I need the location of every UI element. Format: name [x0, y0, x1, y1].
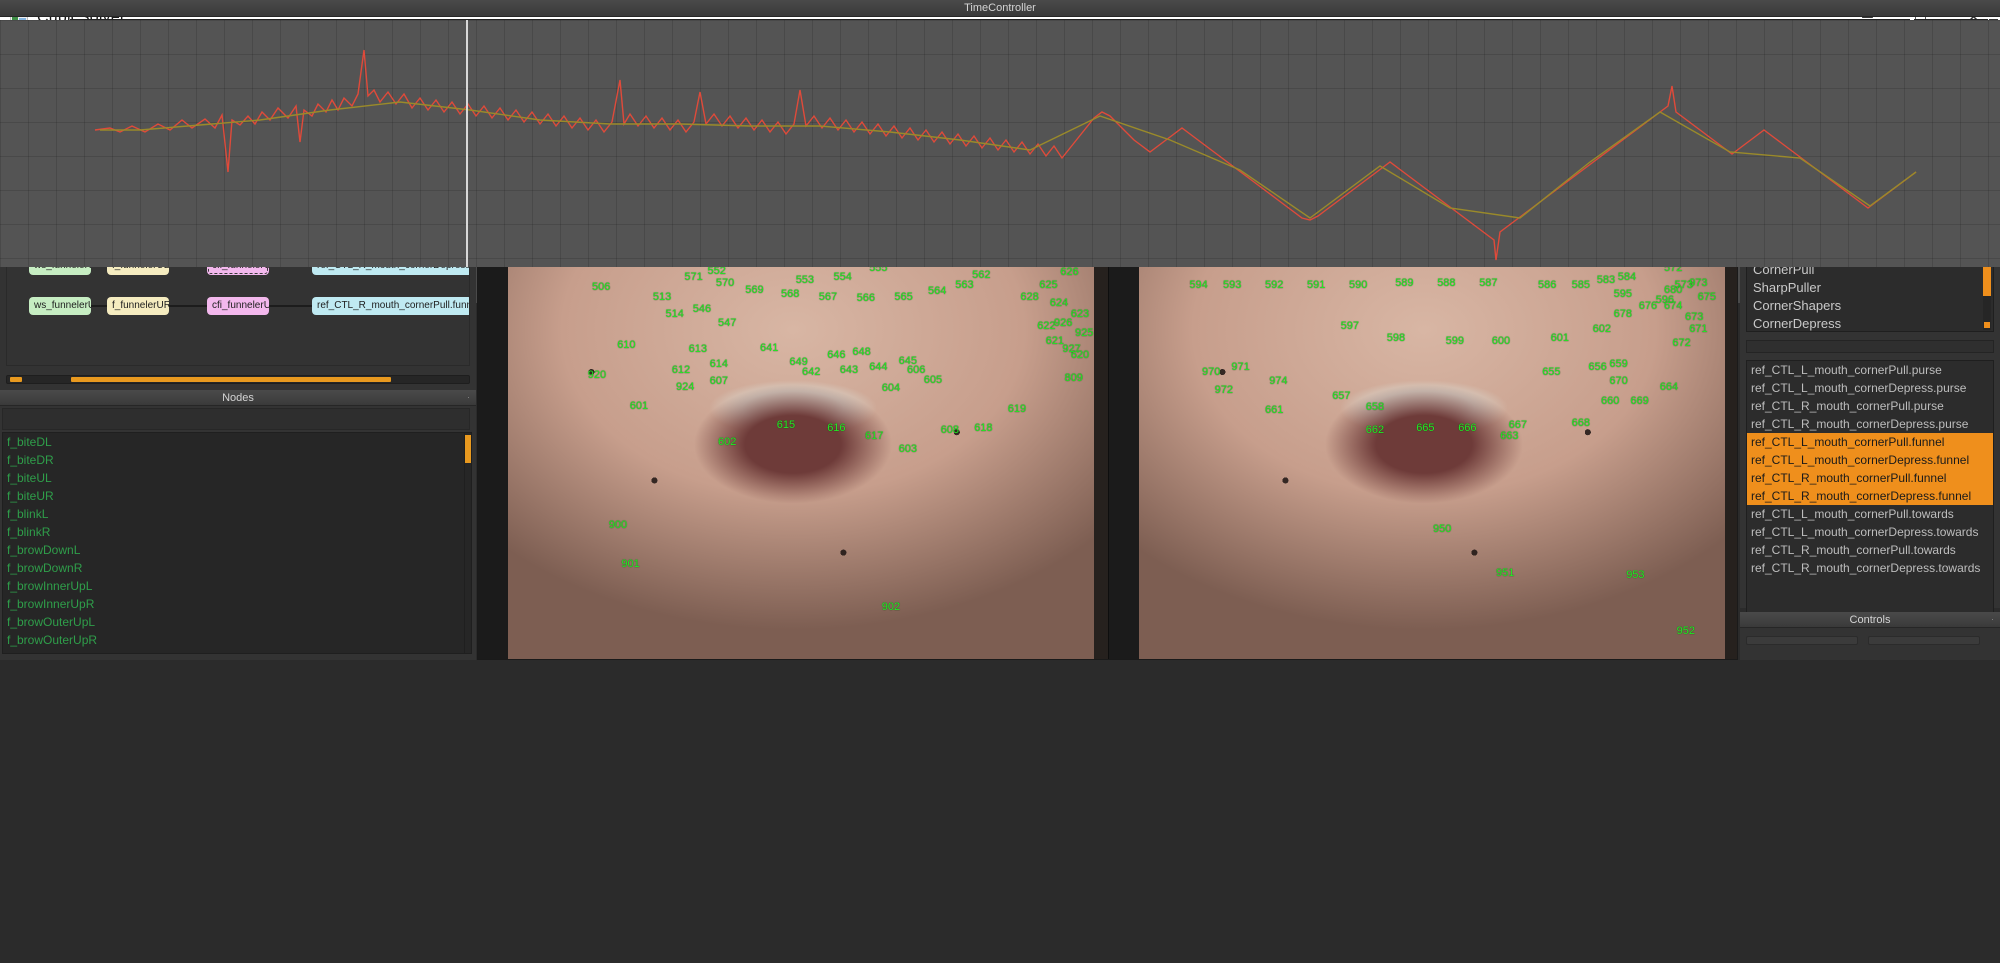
node-list-item[interactable]: f_blinkR — [3, 523, 469, 541]
nodes-title: Nodes — [222, 392, 254, 404]
nodes-toolbar[interactable] — [2, 408, 470, 430]
reference-list[interactable]: ref_CTL_L_mouth_cornerPull.purse ref_CTL_… — [1746, 360, 1994, 632]
collapse-icon[interactable]: · — [465, 394, 472, 402]
application-window: CubicSolver ─ ☐ ✕ File NodeView · ws_fun… — [0, 0, 2000, 963]
graph-edge — [91, 305, 107, 307]
node-list-item[interactable]: f_biteUL — [3, 469, 469, 487]
graph-node-ws[interactable]: ws_funnelerUR — [29, 297, 91, 315]
reference-list-item[interactable]: ref_CTL_R_mouth_cornerDepress.funnel — [1747, 487, 1993, 505]
graph-node-cfi[interactable]: cfi_funnelerUR — [207, 297, 269, 315]
chardef-filter-field[interactable] — [1746, 340, 1994, 353]
node-list-item[interactable]: f_browOuterUpL — [3, 613, 469, 631]
grapheditor-panel: GraphEditor · — [0, 20, 2000, 303]
control-slider-2[interactable] — [1868, 636, 1980, 645]
reference-list-item[interactable]: ref_CTL_R_mouth_cornerPull.funnel — [1747, 469, 1993, 487]
animation-curves — [0, 20, 2000, 267]
controls-panel: Controls · — [1740, 612, 2000, 660]
control-slider-1[interactable] — [1746, 636, 1858, 645]
node-list-item[interactable]: f_blinkL — [3, 505, 469, 523]
reference-list-item[interactable]: ref_CTL_L_mouth_cornerDepress.towards — [1747, 523, 1993, 541]
curve-plot-area[interactable] — [0, 20, 2000, 267]
character-group-item[interactable]: CornerDepress — [1747, 315, 1993, 331]
node-list-item[interactable]: f_browDownR — [3, 559, 469, 577]
node-list-item[interactable]: f_browInnerUpR — [3, 595, 469, 613]
nodes-header: Nodes · — [0, 390, 476, 406]
graph-node-f[interactable]: f_funnelerUR — [107, 297, 169, 315]
curve-curve-olive — [100, 102, 1916, 218]
nodeview-hscrollbar[interactable] — [6, 375, 470, 384]
node-list-item[interactable]: f_biteUR — [3, 487, 469, 505]
reference-list-item[interactable]: ref_CTL_R_mouth_cornerDepress.towards — [1747, 559, 1993, 577]
controls-sliders — [1746, 636, 1980, 645]
timecontroller-header: TimeController — [0, 0, 2000, 17]
graph-node-ref[interactable]: ref_CTL_R_mouth_cornerPull.funnel — [312, 297, 469, 315]
reference-list-item[interactable]: ref_CTL_R_mouth_cornerDepress.purse — [1747, 415, 1993, 433]
nodeview-hscroll-thumb[interactable] — [71, 377, 391, 382]
node-list-item[interactable]: f_biteDR — [3, 451, 469, 469]
character-group-item[interactable]: CornerShapers — [1747, 297, 1993, 315]
nodes-vscroll-thumb[interactable] — [465, 435, 471, 463]
timecontroller-title: TimeController — [964, 2, 1036, 14]
graph-edge — [169, 305, 207, 307]
chardef-scroll-cap-bottom — [1984, 322, 1990, 328]
collapse-icon[interactable]: · — [1989, 616, 1996, 624]
graph-edge — [269, 305, 312, 307]
grapheditor-playhead[interactable] — [466, 20, 468, 267]
nodes-vscrollbar[interactable] — [464, 432, 472, 654]
node-list-item[interactable]: f_browOuterUpR — [3, 631, 469, 649]
reference-list-item[interactable]: ref_CTL_L_mouth_cornerPull.towards — [1747, 505, 1993, 523]
controls-header: Controls · — [1740, 612, 2000, 628]
reference-list-item[interactable]: ref_CTL_L_mouth_cornerPull.purse — [1747, 361, 1993, 379]
nodes-list[interactable]: f_biteDL f_biteDR f_biteUL f_biteUR f_blinkL… — [2, 432, 470, 654]
reference-list-item[interactable]: ref_CTL_R_mouth_cornerPull.towards — [1747, 541, 1993, 559]
reference-list-item[interactable]: ref_CTL_L_mouth_cornerPull.funnel — [1747, 433, 1993, 451]
reference-list-item[interactable]: ref_CTL_R_mouth_cornerPull.purse — [1747, 397, 1993, 415]
controls-title: Controls — [1849, 614, 1891, 626]
reference-list-item[interactable]: ref_CTL_L_mouth_cornerDepress.funnel — [1747, 451, 1993, 469]
node-list-item[interactable]: f_biteDL — [3, 433, 469, 451]
curve-curve-red — [95, 50, 1916, 260]
nodeview-hscroll-grip[interactable] — [10, 377, 22, 382]
reference-list-item[interactable]: ref_CTL_L_mouth_cornerDepress.purse — [1747, 379, 1993, 397]
character-group-item[interactable]: SharpPuller — [1747, 279, 1993, 297]
node-list-item[interactable]: f_browDownL — [3, 541, 469, 559]
node-list-item[interactable]: f_browInnerUpL — [3, 577, 469, 595]
nodes-panel: Nodes · f_biteDL f_biteDR f_biteUL f_biteUR… — [0, 390, 476, 660]
